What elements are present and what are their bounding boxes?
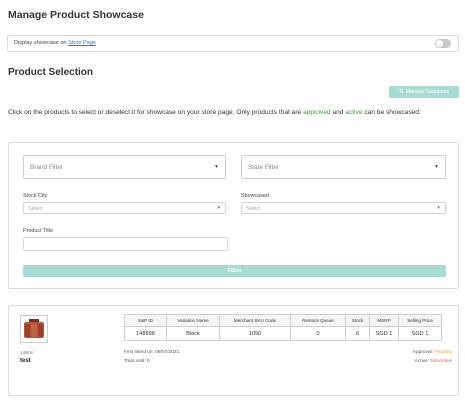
showcase-label-prefix: Display showcase on [14, 40, 67, 46]
column-header: Variation Name [166, 314, 220, 327]
store-page-link[interactable]: Store Page [68, 40, 96, 46]
table-cell: SGD 1 [398, 326, 442, 341]
table-cell: 0 [290, 326, 346, 341]
active-value: Not Active [430, 359, 452, 364]
table-header-row: S&P ID Variation Name Merchant SKU Code … [124, 314, 442, 327]
brand-filter-dropdown[interactable]: Brand Filter ▼ [23, 155, 226, 179]
stock-city-value: Select [28, 205, 43, 212]
product-sku: 148km [20, 350, 34, 355]
column-header: Stock [345, 314, 370, 327]
caret-down-icon: ▼ [214, 164, 219, 170]
table-cell: 6 [345, 326, 370, 341]
column-header: Merchant SKU Code [219, 314, 291, 327]
showcased-select[interactable]: Select ▼ [241, 202, 446, 214]
table-cell: 148898 [124, 326, 167, 341]
state-filter-dropdown[interactable]: State Filter ▼ [241, 155, 446, 179]
product-card[interactable]: 148km test S&P ID Variation Name Merchan… [8, 305, 459, 396]
product-title-label: Product Title [23, 228, 53, 234]
showcase-settings-bar: Display showcase on Store Page [7, 35, 459, 52]
page-title: Manage Product Showcase [8, 9, 144, 21]
showcased-value: Select [246, 205, 261, 212]
product-image-icon [24, 319, 44, 338]
sort-icon: ⇅ [398, 89, 404, 95]
product-title-input[interactable] [23, 237, 228, 251]
table-cell: SGD 1 [369, 326, 399, 341]
caret-down-icon: ▼ [436, 205, 441, 210]
display-showcase-toggle[interactable] [435, 39, 451, 48]
showcase-label: Display showcase on Store Page [14, 40, 96, 46]
product-thumbnail [20, 315, 48, 343]
section-title: Product Selection [8, 67, 94, 78]
desc-active: active [345, 109, 363, 116]
manage-sequence-label: Manage Sequence [405, 89, 450, 95]
manage-sequence-button[interactable]: ⇅ Manage Sequence [389, 86, 459, 98]
approval-value: Pending [434, 350, 452, 355]
table-cell: Black [166, 326, 220, 341]
active-status: Active: Not Active [415, 359, 452, 364]
approval-label: Approval: [412, 350, 434, 355]
caret-down-icon: ▼ [434, 164, 439, 170]
product-name: test [20, 358, 31, 364]
table-row: 148898 Black 1090 0 6 SGD 1 SGD 1 [124, 326, 442, 341]
showcased-label: Showcased [241, 193, 269, 199]
stock-city-label: Stock City [23, 193, 48, 199]
desc-and: and [332, 109, 344, 116]
approval-status: Approval: Pending [413, 350, 452, 355]
desc-text-2: can be showcased: [364, 109, 421, 116]
table-cell: 1090 [219, 326, 291, 341]
desc-approved: approved [303, 109, 331, 116]
active-label: Active: [414, 359, 430, 364]
first-listed-date: First listed on: 09/07/2021 [124, 350, 180, 355]
column-header: MSRP [369, 314, 399, 327]
filter-panel: Brand Filter ▼ State Filter ▼ Stock City… [8, 142, 459, 289]
column-header: Selling Price [398, 314, 442, 327]
state-filter-placeholder: State Filter [248, 164, 279, 171]
selection-instructions: Click on the products to select or desel… [8, 108, 460, 118]
filter-button[interactable]: Filter [23, 265, 446, 277]
stock-city-select[interactable]: Select ▼ [23, 202, 226, 214]
column-header: Restock Queue [290, 314, 346, 327]
brand-filter-placeholder: Brand Filter [30, 164, 64, 171]
column-header: S&P ID [124, 314, 167, 327]
caret-down-icon: ▼ [216, 205, 221, 210]
desc-text-1: Click on the products to select or desel… [8, 109, 302, 116]
total-sold: Total sold: 0 [124, 359, 150, 364]
variation-table: S&P ID Variation Name Merchant SKU Code … [124, 314, 442, 341]
toggle-knob [436, 40, 443, 47]
